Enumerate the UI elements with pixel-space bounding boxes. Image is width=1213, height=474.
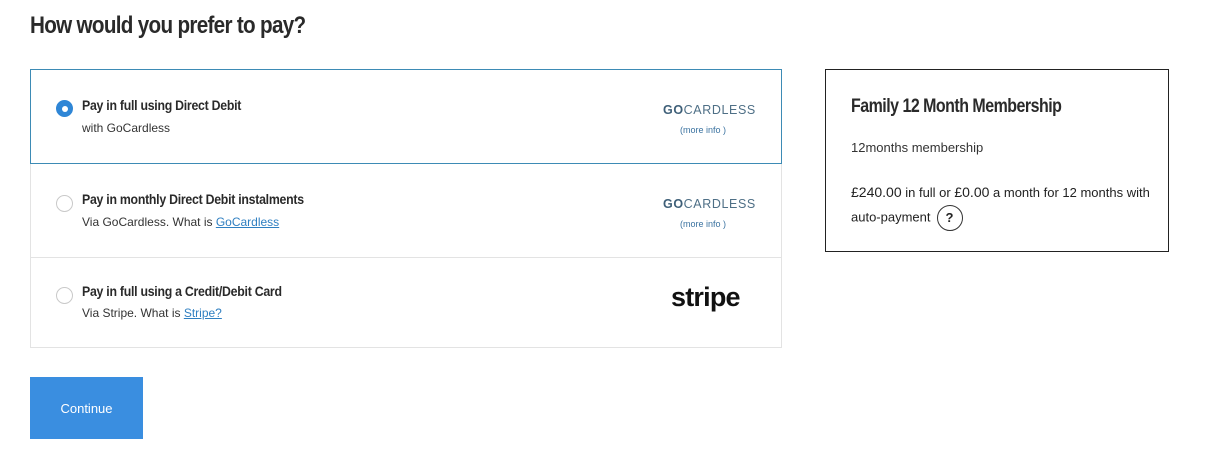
option-subtitle: Via Stripe. What is Stripe? bbox=[82, 306, 222, 320]
page-title: How would you prefer to pay? bbox=[30, 12, 306, 39]
help-icon[interactable]: ? bbox=[936, 205, 963, 231]
radio-card[interactable] bbox=[56, 287, 73, 304]
radio-direct-debit-full[interactable] bbox=[56, 100, 73, 117]
gocardless-link[interactable]: GoCardless bbox=[216, 215, 279, 229]
summary-title: Family 12 Month Membership bbox=[851, 96, 1062, 117]
option-title: Pay in full using a Credit/Debit Card bbox=[82, 283, 282, 299]
radio-direct-debit-monthly[interactable] bbox=[56, 195, 73, 212]
option-title: Pay in full using Direct Debit bbox=[82, 97, 242, 113]
option-title: Pay in monthly Direct Debit instalments bbox=[82, 191, 304, 207]
membership-summary: Family 12 Month Membership 12months memb… bbox=[825, 69, 1169, 252]
payment-option-direct-debit-full[interactable]: Pay in full using Direct Debit with GoCa… bbox=[30, 69, 782, 164]
continue-button[interactable]: Continue bbox=[30, 377, 143, 439]
option-subtitle: with GoCardless bbox=[82, 121, 171, 135]
more-info-link[interactable]: (more info ) bbox=[680, 219, 726, 229]
payment-option-direct-debit-monthly[interactable]: Pay in monthly Direct Debit instalments … bbox=[30, 164, 782, 258]
more-info-link[interactable]: (more info ) bbox=[680, 125, 726, 135]
payment-options: Pay in full using Direct Debit with GoCa… bbox=[30, 69, 782, 348]
stripe-link[interactable]: Stripe? bbox=[184, 306, 222, 320]
summary-description: 12months membership bbox=[851, 140, 984, 155]
summary-price: £240.00 in full or £0.00 a month for 12 … bbox=[851, 180, 1151, 231]
gocardless-logo: GOCARDLESS bbox=[663, 103, 756, 117]
gocardless-logo: GOCARDLESS bbox=[663, 197, 756, 211]
stripe-logo: stripe bbox=[671, 282, 741, 312]
price-full: £240.00 bbox=[851, 184, 902, 200]
payment-option-card[interactable]: Pay in full using a Credit/Debit Card Vi… bbox=[30, 258, 782, 348]
option-subtitle: Via GoCardless. What is GoCardless bbox=[82, 215, 280, 229]
price-month: £0.00 bbox=[954, 184, 990, 200]
